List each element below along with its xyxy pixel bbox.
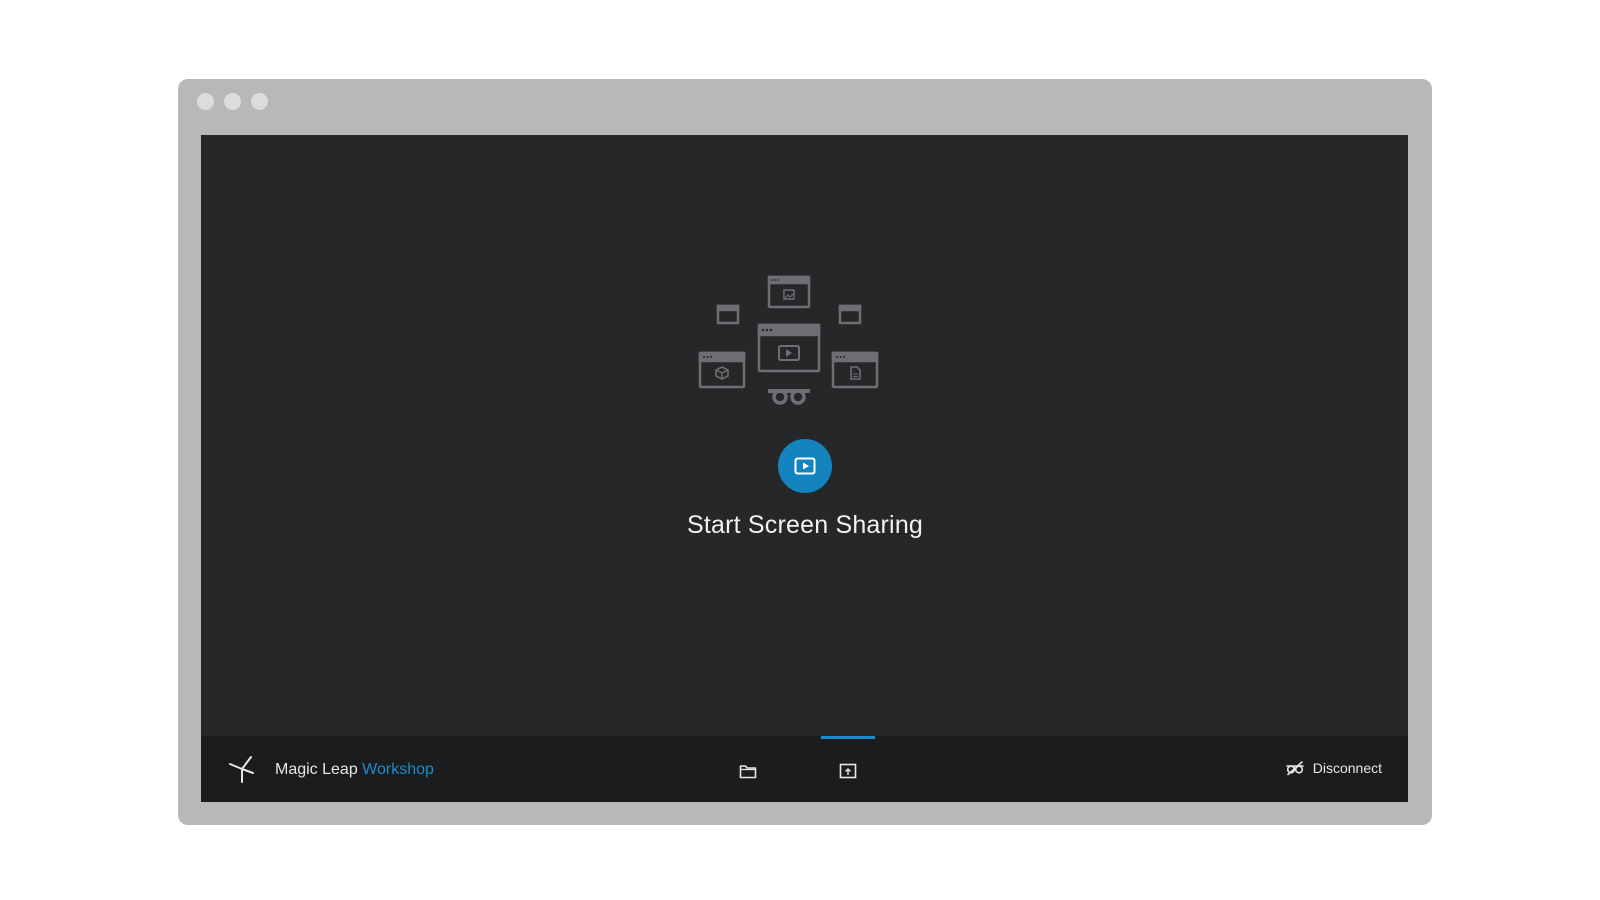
main-content: Start Screen Sharing bbox=[201, 135, 1408, 736]
3d-object-window-icon bbox=[698, 351, 746, 389]
disconnect-glasses-icon bbox=[1285, 761, 1304, 776]
start-screen-sharing-label[interactable]: Start Screen Sharing bbox=[201, 511, 1408, 540]
files-tab-button[interactable] bbox=[733, 756, 763, 786]
glasses-icon bbox=[768, 389, 810, 405]
document-window-icon bbox=[831, 351, 879, 389]
disconnect-button[interactable]: Disconnect bbox=[1285, 760, 1382, 776]
screen-share-illustration bbox=[698, 275, 879, 405]
window-dot-minimize[interactable] bbox=[224, 93, 241, 110]
screen-share-tab-button[interactable] bbox=[833, 756, 863, 786]
magic-leap-logo-icon bbox=[229, 756, 254, 783]
active-tab-indicator bbox=[821, 736, 875, 739]
brand-secondary: Workshop bbox=[362, 761, 434, 778]
brand-name: Magic Leap Workshop bbox=[275, 761, 434, 779]
folder-icon bbox=[739, 764, 757, 778]
screen-play-icon bbox=[794, 457, 816, 475]
small-window-right-icon bbox=[838, 304, 862, 325]
disconnect-label: Disconnect bbox=[1312, 760, 1382, 776]
share-screen-icon bbox=[839, 763, 857, 779]
brand-primary: Magic Leap bbox=[275, 761, 358, 778]
window-dot-maximize[interactable] bbox=[251, 93, 268, 110]
bottom-toolbar: Magic Leap Workshop Disconnect bbox=[201, 736, 1408, 802]
video-window-icon bbox=[757, 323, 821, 373]
window-dot-close[interactable] bbox=[197, 93, 214, 110]
start-screen-sharing-button[interactable] bbox=[778, 439, 832, 493]
small-window-left-icon bbox=[716, 304, 740, 325]
app-screen: Start Screen Sharing Magic Leap Workshop bbox=[201, 135, 1408, 802]
browser-window-frame: Start Screen Sharing Magic Leap Workshop bbox=[178, 79, 1432, 825]
image-window-icon bbox=[767, 275, 811, 309]
